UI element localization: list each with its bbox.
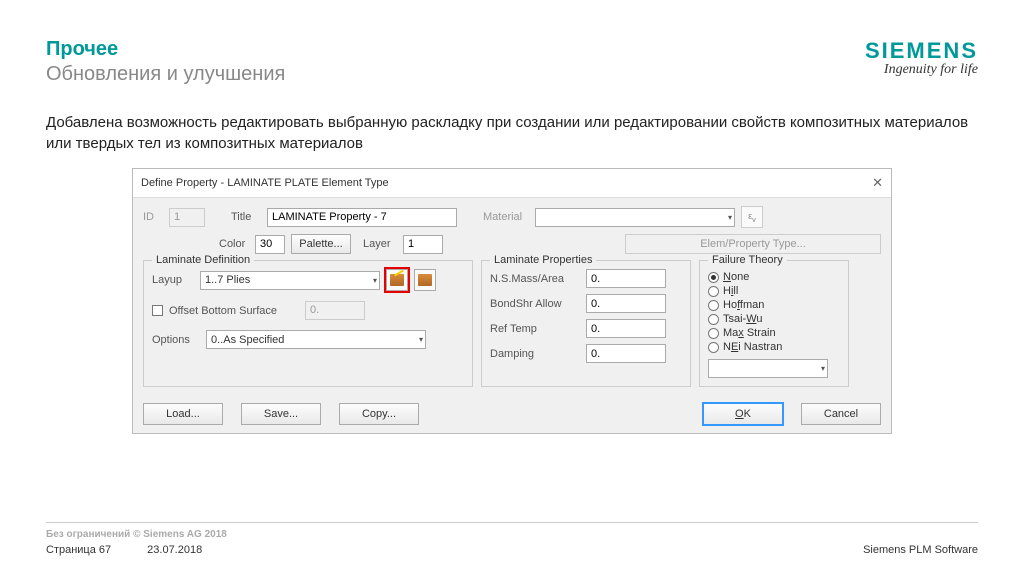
color-field[interactable] [255, 235, 285, 254]
book-pencil-icon [390, 274, 404, 286]
laminate-definition-legend: Laminate Definition [152, 254, 254, 266]
dialog-title: Define Property - LAMINATE PLATE Element… [141, 177, 389, 189]
layer-field[interactable] [403, 235, 443, 254]
footer-page: Страница 67 [46, 544, 111, 556]
footer-restricted: Без ограничений © Siemens AG 2018 [46, 529, 978, 540]
cancel-button[interactable]: Cancel [801, 403, 881, 425]
chevron-down-icon: ▾ [821, 364, 825, 373]
offset-label: Offset Bottom Surface [169, 305, 299, 317]
layup-value: 1..7 Plies [205, 274, 250, 286]
chevron-down-icon: ▾ [373, 276, 377, 285]
copy-button[interactable]: Copy... [339, 403, 419, 425]
material-combo: ▾ [535, 208, 735, 227]
options-value: 0..As Specified [211, 334, 284, 346]
id-field: 1 [169, 208, 205, 227]
id-label: ID [143, 211, 163, 223]
offset-checkbox[interactable] [152, 305, 163, 316]
chevron-down-icon: ▾ [419, 335, 423, 344]
bond-field[interactable] [586, 294, 666, 313]
define-property-dialog: Define Property - LAMINATE PLATE Element… [132, 168, 892, 434]
footer-date: 23.07.2018 [147, 544, 202, 556]
color-label: Color [219, 238, 249, 250]
layup-combo[interactable]: 1..7 Plies ▾ [200, 271, 380, 290]
failure-hill-radio[interactable]: Hill [708, 285, 840, 297]
layup-label: Layup [152, 274, 194, 286]
slide-title: Прочее [46, 38, 285, 61]
options-combo[interactable]: 0..As Specified ▾ [206, 330, 426, 349]
book-icon [418, 274, 432, 286]
title-label: Title [231, 211, 261, 223]
footer-brand: Siemens PLM Software [863, 544, 978, 556]
slide-subtitle: Обновления и улучшения [46, 63, 285, 86]
mass-label: N.S.Mass/Area [490, 273, 580, 285]
elem-property-type-button: Elem/Property Type... [625, 234, 881, 254]
failure-hoffman-radio[interactable]: Hoffman [708, 299, 840, 311]
close-icon[interactable]: ✕ [872, 175, 883, 191]
load-button[interactable]: Load... [143, 403, 223, 425]
damping-label: Damping [490, 348, 580, 360]
title-field[interactable] [267, 208, 457, 227]
reftemp-field[interactable] [586, 319, 666, 338]
offset-field: 0. [305, 301, 365, 320]
failure-theory-legend: Failure Theory [708, 254, 787, 266]
failure-combo: ▾ [708, 359, 828, 378]
palette-button[interactable]: Palette... [291, 234, 351, 254]
body-paragraph: Добавлена возможность редактировать выбр… [46, 112, 978, 154]
material-picker-button[interactable]: εv [741, 206, 763, 228]
damping-field[interactable] [586, 344, 666, 363]
logo-tagline: Ingenuity for life [865, 62, 978, 78]
layer-label: Layer [363, 238, 397, 250]
options-label: Options [152, 334, 200, 346]
save-button[interactable]: Save... [241, 403, 321, 425]
view-layup-button[interactable] [414, 269, 436, 291]
ok-button[interactable]: OK [703, 403, 783, 425]
failure-maxstrain-radio[interactable]: Max Strain [708, 327, 840, 339]
chevron-down-icon: ▾ [728, 213, 732, 222]
edit-layup-button[interactable] [386, 269, 408, 291]
failure-nei-radio[interactable]: NEi Nastran [708, 341, 840, 353]
logo-text: SIEMENS [865, 38, 978, 64]
failure-none-radio[interactable]: None [708, 271, 840, 283]
logo: SIEMENS Ingenuity for life [865, 38, 978, 78]
reftemp-label: Ref Temp [490, 323, 580, 335]
material-label: Material [483, 211, 529, 223]
bond-label: BondShr Allow [490, 298, 580, 310]
failure-tsaiwu-radio[interactable]: Tsai-Wu [708, 313, 840, 325]
mass-field[interactable] [586, 269, 666, 288]
laminate-properties-legend: Laminate Properties [490, 254, 596, 266]
